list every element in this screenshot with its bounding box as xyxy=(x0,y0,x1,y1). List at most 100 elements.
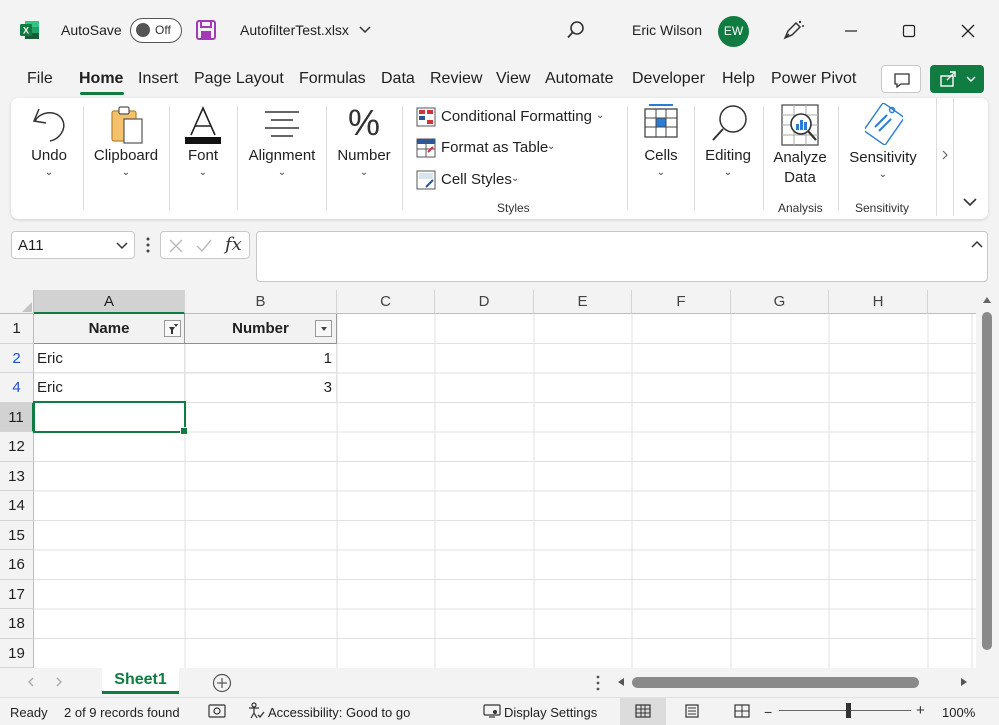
cell-a1[interactable]: Name xyxy=(34,314,185,344)
cells-button[interactable]: Cells ⌄ xyxy=(636,103,686,183)
display-settings-icon[interactable] xyxy=(483,703,501,719)
tab-split-handle-icon[interactable] xyxy=(595,674,601,692)
avatar[interactable]: EW xyxy=(718,16,749,47)
tab-formulas[interactable]: Formulas xyxy=(299,70,366,88)
font-button[interactable]: Font ⌄ xyxy=(178,103,228,183)
row-header-14[interactable]: 14 xyxy=(0,491,34,521)
accessibility-icon[interactable] xyxy=(247,702,265,720)
cell-b2[interactable]: 1 xyxy=(185,343,337,373)
collapse-formula-bar-icon[interactable] xyxy=(971,240,983,249)
cell-styles-button[interactable]: Cell Styles ⌄ xyxy=(416,169,526,191)
column-header-g[interactable]: G xyxy=(731,290,829,314)
enter-check-icon[interactable] xyxy=(195,238,213,254)
status-accessibility[interactable]: Accessibility: Good to go xyxy=(268,705,410,720)
cell-b4[interactable]: 3 xyxy=(185,373,337,403)
normal-view-button[interactable] xyxy=(620,698,666,725)
row-header-19[interactable]: 19 xyxy=(0,638,34,668)
macro-recording-icon[interactable] xyxy=(208,703,226,719)
minimize-button[interactable] xyxy=(828,11,874,51)
active-cell-a11[interactable] xyxy=(33,401,188,435)
row-header-1[interactable]: 1 xyxy=(0,314,34,344)
column-header-c[interactable]: C xyxy=(337,290,435,314)
save-icon[interactable] xyxy=(195,19,217,41)
formula-input[interactable] xyxy=(256,231,988,282)
row-header-13[interactable]: 13 xyxy=(0,461,34,491)
cell-a4[interactable]: Eric xyxy=(34,373,185,403)
column-header-e[interactable]: E xyxy=(534,290,632,314)
row-header-4[interactable]: 4 xyxy=(0,373,34,403)
ribbon-scroll-right[interactable] xyxy=(936,98,954,216)
scroll-right-icon[interactable] xyxy=(959,677,969,687)
column-header-f[interactable]: F xyxy=(632,290,731,314)
vertical-scroll-thumb[interactable] xyxy=(982,312,992,650)
more-options-icon[interactable] xyxy=(144,236,152,254)
zoom-in-button[interactable]: + xyxy=(916,702,925,719)
alignment-button[interactable]: Alignment ⌄ xyxy=(246,103,318,183)
maximize-button[interactable] xyxy=(886,11,932,51)
tab-insert[interactable]: Insert xyxy=(138,70,178,88)
cell-b1[interactable]: Number xyxy=(185,314,337,344)
select-all-button[interactable] xyxy=(0,290,34,314)
share-button[interactable] xyxy=(930,65,984,93)
tab-file[interactable]: File xyxy=(27,70,53,88)
zoom-slider-thumb[interactable] xyxy=(846,703,851,718)
tab-automate[interactable]: Automate xyxy=(545,70,613,88)
cell-a2[interactable]: Eric xyxy=(34,343,185,373)
file-name[interactable]: AutofilterTest.xlsx xyxy=(240,22,349,38)
horizontal-scroll-thumb[interactable] xyxy=(632,677,919,688)
row-header-11[interactable]: 11 xyxy=(0,402,34,432)
sensitivity-button[interactable]: Sensitivity ⌄ xyxy=(846,103,920,187)
filename-chevron-icon[interactable] xyxy=(359,25,371,35)
row-header-12[interactable]: 12 xyxy=(0,432,34,462)
tab-developer[interactable]: Developer xyxy=(632,70,705,88)
search-icon[interactable] xyxy=(566,20,586,40)
format-as-table-button[interactable]: Format as Table ⌄ xyxy=(416,137,566,159)
cancel-icon[interactable] xyxy=(168,238,184,254)
clipboard-button[interactable]: Clipboard ⌄ xyxy=(91,103,161,183)
zoom-slider-track[interactable] xyxy=(779,710,911,711)
insert-function-icon[interactable]: fx xyxy=(225,234,242,255)
vertical-scrollbar[interactable] xyxy=(976,290,999,668)
row-header-16[interactable]: 16 xyxy=(0,550,34,580)
conditional-formatting-button[interactable]: Conditional Formatting ⌄ xyxy=(416,106,616,128)
page-break-preview-icon[interactable] xyxy=(734,704,750,718)
close-button[interactable] xyxy=(945,11,991,51)
undo-button[interactable]: Undo ⌄ xyxy=(22,103,76,183)
tab-view[interactable]: View xyxy=(496,70,530,88)
tab-review[interactable]: Review xyxy=(430,70,482,88)
column-header-d[interactable]: D xyxy=(435,290,534,314)
page-layout-view-icon[interactable] xyxy=(684,704,700,718)
filter-button-number[interactable] xyxy=(315,320,332,337)
designer-pen-icon[interactable] xyxy=(781,18,805,42)
tab-data[interactable]: Data xyxy=(381,70,415,88)
add-sheet-icon[interactable] xyxy=(212,673,232,693)
tab-help[interactable]: Help xyxy=(722,70,755,88)
number-button[interactable]: % Number ⌄ xyxy=(334,103,394,183)
row-header-15[interactable]: 15 xyxy=(0,520,34,550)
tab-page-layout[interactable]: Page Layout xyxy=(194,70,284,88)
scroll-up-icon[interactable] xyxy=(982,296,992,304)
column-header-a[interactable]: A xyxy=(34,290,185,314)
column-header-b[interactable]: B xyxy=(185,290,337,314)
status-display-settings[interactable]: Display Settings xyxy=(504,705,597,720)
tab-power-pivot[interactable]: Power Pivot xyxy=(771,70,856,88)
zoom-level[interactable]: 100% xyxy=(942,705,975,720)
zoom-out-button[interactable]: − xyxy=(764,704,772,720)
editing-button[interactable]: Editing ⌄ xyxy=(702,103,754,183)
analyze-data-button[interactable]: Analyze Data xyxy=(770,103,830,187)
comments-button[interactable] xyxy=(881,65,921,93)
column-header-partial[interactable] xyxy=(928,290,976,314)
autosave-toggle[interactable]: Off xyxy=(130,18,182,43)
row-header-17[interactable]: 17 xyxy=(0,579,34,609)
prev-sheet-icon[interactable] xyxy=(26,677,36,687)
tab-home[interactable]: Home xyxy=(79,70,123,88)
scroll-left-icon[interactable] xyxy=(616,677,626,687)
ribbon-collapse-chevron-icon[interactable] xyxy=(962,196,978,208)
row-header-18[interactable]: 18 xyxy=(0,609,34,639)
row-header-2[interactable]: 2 xyxy=(0,343,34,373)
sheet-tab-sheet1[interactable]: Sheet1 xyxy=(102,668,179,694)
name-box[interactable]: A11 xyxy=(11,231,135,259)
next-sheet-icon[interactable] xyxy=(54,677,64,687)
column-header-h[interactable]: H xyxy=(829,290,928,314)
filter-button-name[interactable] xyxy=(164,320,181,337)
